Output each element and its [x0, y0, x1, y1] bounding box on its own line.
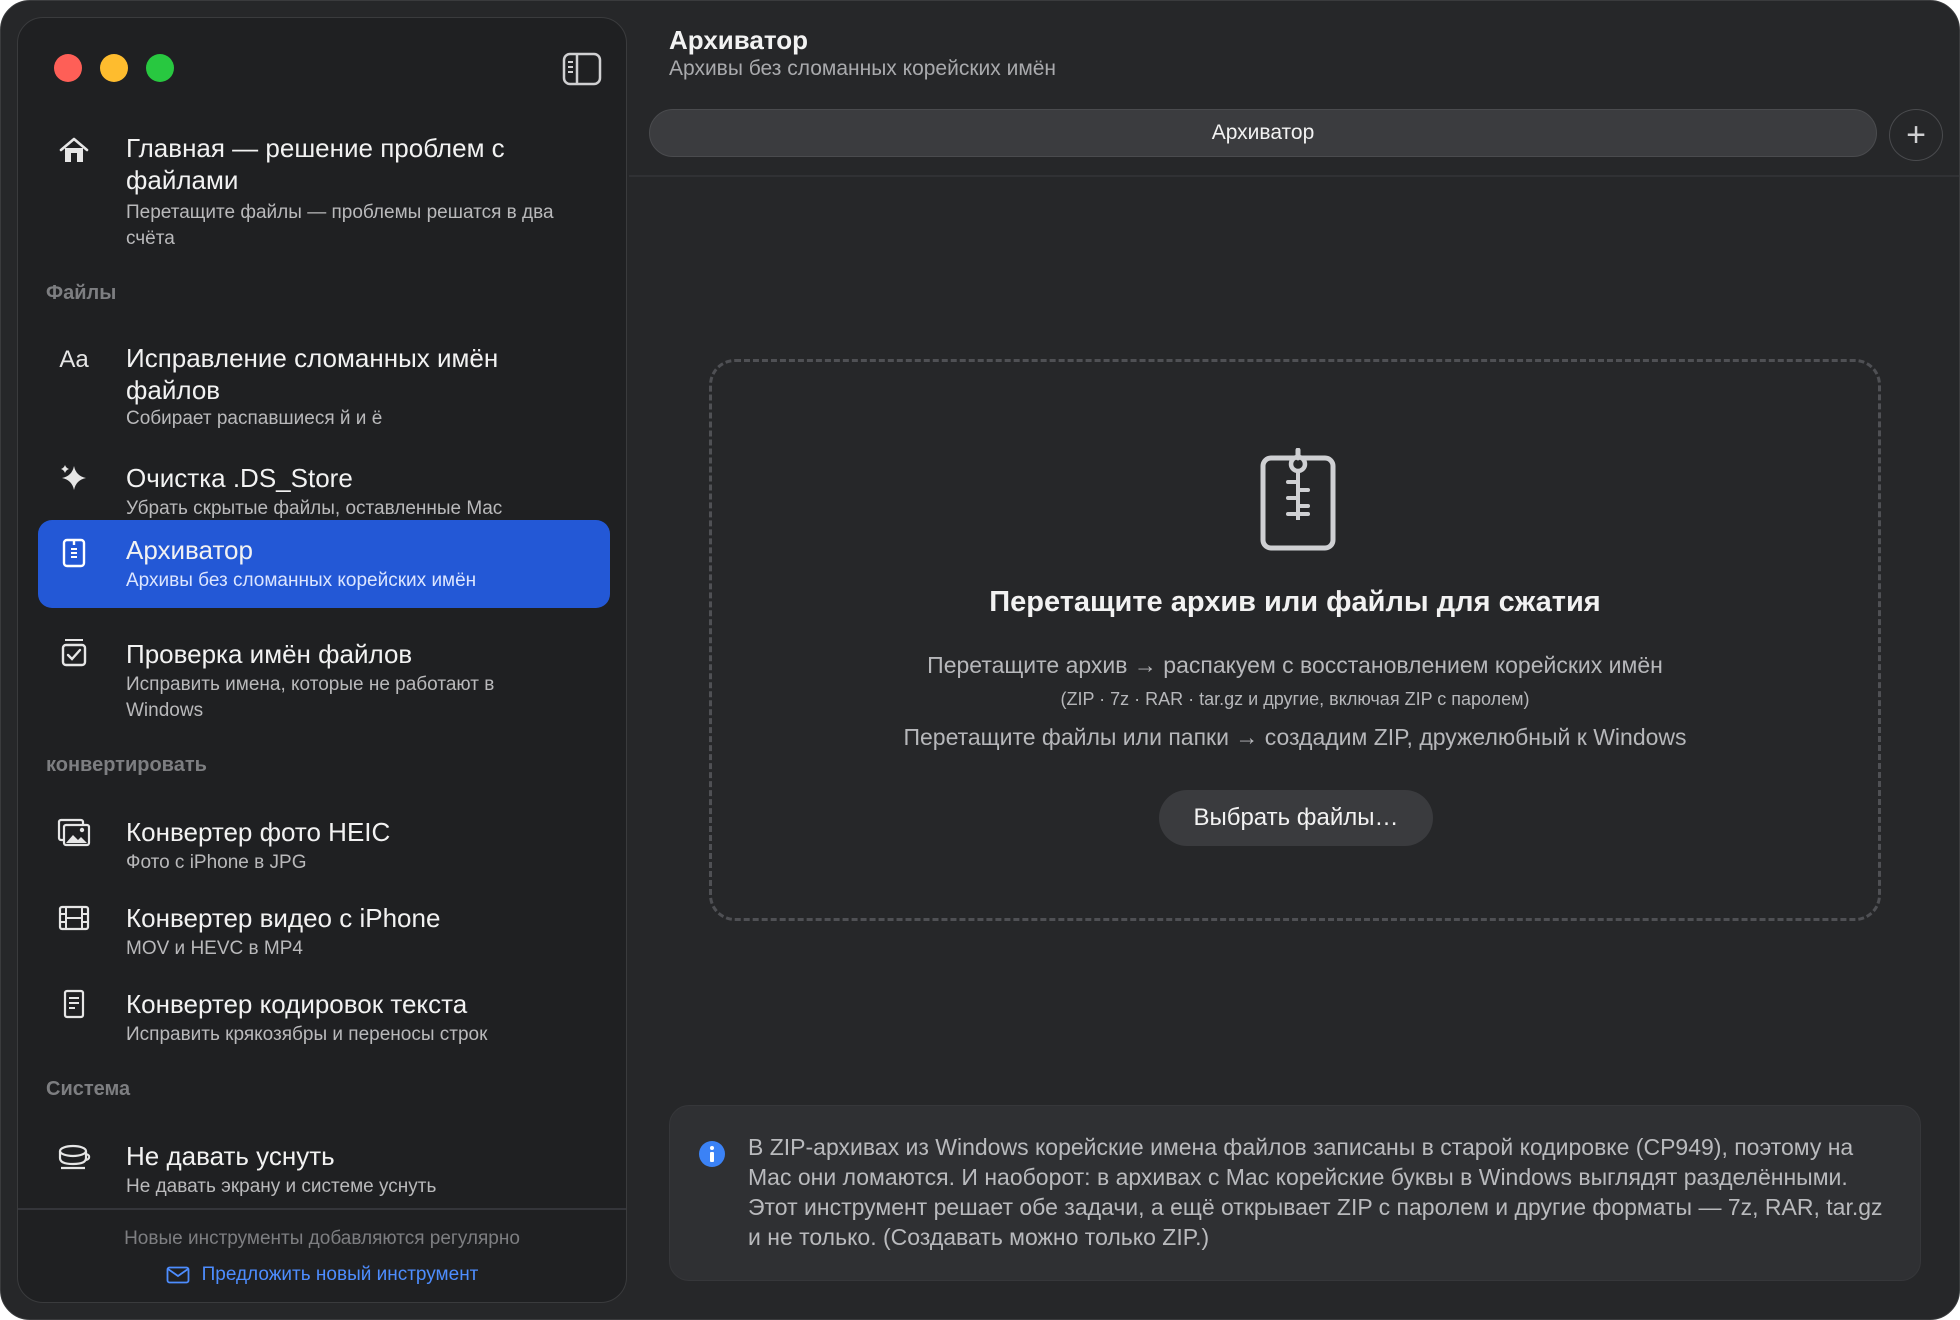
sidebar-item-archiver[interactable]: Архиватор Архивы без сломанных корейских… — [38, 520, 610, 608]
add-tab-button[interactable]: + — [1889, 109, 1943, 161]
film-icon — [56, 900, 92, 936]
sidebar-item-title: Не давать уснуть — [126, 1141, 335, 1171]
section-label-system: Система — [46, 1078, 131, 1100]
checkbox-tray-icon — [56, 634, 92, 670]
sidebar-item-subtitle: Исправить крякозябры и переносы строк — [126, 1024, 488, 1045]
section-label-convert: конвертировать — [46, 754, 207, 776]
sidebar-item-title: Проверка имён файлов — [126, 639, 413, 669]
tab-label: Архиватор — [1211, 121, 1315, 144]
house-icon — [56, 132, 92, 168]
drop-zone[interactable]: Перетащите архив или файлы для сжатия Пе… — [709, 359, 1881, 921]
suggest-tool-link[interactable]: Предложить новый инструмент — [18, 1264, 626, 1286]
tab-archiver[interactable]: Архиватор — [649, 109, 1877, 157]
archive-zipper-icon — [1260, 448, 1336, 551]
sidebar-item-subtitle: Перетащите файлы — проблемы решатся в дв… — [126, 202, 554, 249]
sidebar-item-title: Главная — решение проблем с файлами — [126, 133, 505, 195]
close-window-button[interactable] — [54, 54, 82, 82]
choose-files-button[interactable]: Выбрать файлы… — [1159, 790, 1433, 846]
drop-heading: Перетащите архив или файлы для сжатия — [989, 586, 1601, 618]
archive-zipper-icon — [56, 534, 92, 570]
section-label-files: Файлы — [46, 282, 117, 304]
sidebar-item-subtitle: Фото с iPhone в JPG — [126, 852, 307, 873]
zoom-window-button[interactable] — [146, 54, 174, 82]
photos-icon — [56, 814, 92, 850]
sidebar-item-subtitle: Убрать скрытые файлы, оставленные Mac — [126, 498, 503, 519]
sidebar-item-title: Архиватор — [126, 535, 253, 565]
sidebar-item-subtitle: Не давать экрану и системе уснуть — [126, 1176, 437, 1197]
info-icon — [699, 1141, 725, 1167]
sidebar-item-ds-store[interactable]: Очистка .DS_Store Убрать скрытые файлы, … — [38, 442, 610, 526]
sidebar-toggle-icon[interactable] — [562, 52, 602, 86]
page-subtitle: Архивы без сломанных корейских имён — [669, 57, 1057, 80]
sidebar: Главная — решение проблем с файлами Пере… — [17, 17, 627, 1303]
sidebar-item-heic[interactable]: Конвертер фото HEIC Фото с iPhone в JPG — [38, 796, 610, 880]
sidebar-item-title: Конвертер видео с iPhone — [126, 903, 441, 933]
sidebar-item-title: Конвертер кодировок текста — [126, 989, 468, 1019]
footer-note: Новые инструменты добавляются регулярно — [124, 1228, 520, 1249]
sidebar-item-subtitle: Исправить имена, которые не работают в W… — [126, 674, 495, 721]
text-format-icon: Aa — [59, 346, 89, 373]
sidebar-item-subtitle: MOV и HEVC в MP4 — [126, 938, 303, 959]
sidebar-item-check-names[interactable]: Проверка имён файлов Исправить имена, ко… — [38, 618, 610, 728]
page-title: Архиватор — [669, 25, 809, 55]
info-text: В ZIP-архивах из Windows корейские имена… — [748, 1134, 1883, 1250]
document-icon — [56, 986, 92, 1022]
sidebar-item-encoding[interactable]: Конвертер кодировок текста Исправить кря… — [38, 968, 610, 1052]
sidebar-footer: Новые инструменты добавляются регулярно … — [18, 1208, 626, 1302]
sidebar-item-keep-awake[interactable]: Не давать уснуть Не давать экрану и сист… — [38, 1120, 610, 1204]
info-panel: В ZIP-архивах из Windows корейские имена… — [669, 1105, 1921, 1281]
sidebar-item-home[interactable]: Главная — решение проблем с файлами Пере… — [38, 114, 610, 254]
suggest-tool-label[interactable]: Предложить новый инструмент — [202, 1264, 479, 1285]
sidebar-item-video[interactable]: Конвертер видео с iPhone MOV и HEVC в MP… — [38, 882, 610, 966]
drop-hint-extract: Перетащите архив → распакуем с восстанов… — [927, 652, 1663, 678]
plus-icon: + — [1906, 116, 1926, 154]
divider — [629, 175, 1959, 177]
drop-hint-formats: (ZIP · 7z · RAR · tar.gz и другие, включ… — [1060, 689, 1530, 709]
sidebar-item-title: Конвертер фото HEIC — [126, 817, 391, 847]
sidebar-item-subtitle: Архивы без сломанных корейских имён — [126, 570, 477, 591]
sparkles-icon — [56, 460, 92, 496]
sidebar-item-subtitle: Собирает распавшиеся й и ё — [126, 408, 383, 429]
drop-hint-create: Перетащите файлы или папки → создадим ZI… — [903, 724, 1687, 750]
sidebar-item-fix-names[interactable]: Aa Исправление сломанных имён файлов Соб… — [38, 322, 610, 434]
sidebar-item-title: Исправление сломанных имён файлов — [126, 343, 499, 405]
minimize-window-button[interactable] — [100, 54, 128, 82]
envelope-icon — [166, 1266, 189, 1284]
sidebar-item-title: Очистка .DS_Store — [126, 463, 353, 493]
coffee-cup-icon — [56, 1138, 92, 1174]
app-window: Главная — решение проблем с файлами Пере… — [0, 0, 1960, 1320]
